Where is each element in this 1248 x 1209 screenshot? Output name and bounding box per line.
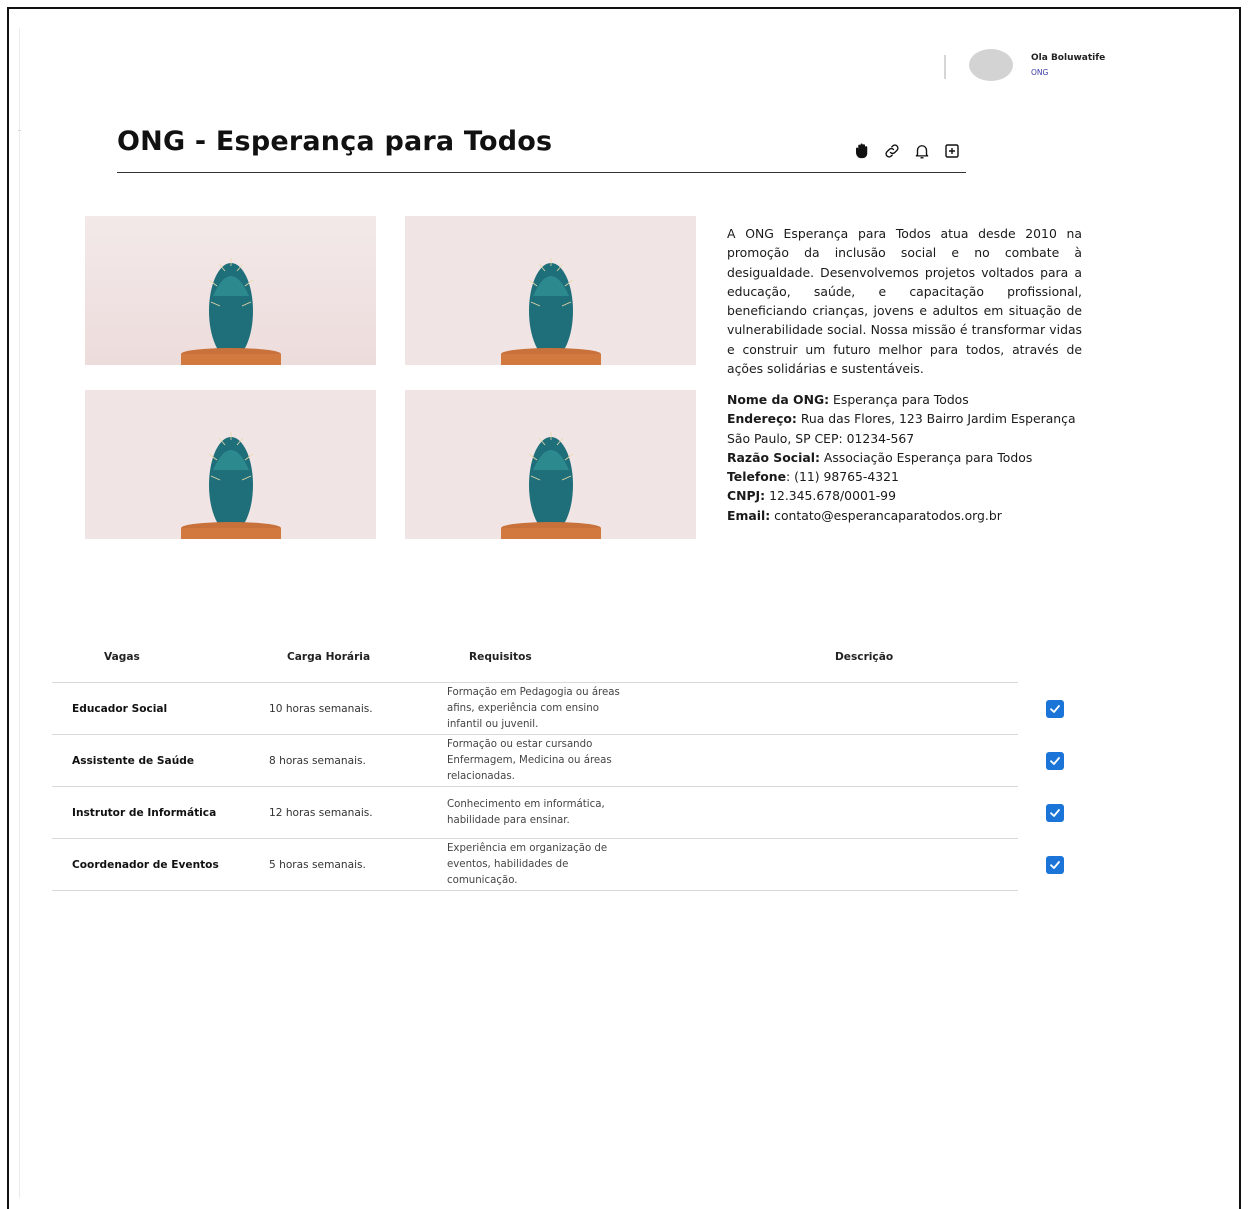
vaga-cell: Instrutor de Informática — [72, 806, 217, 819]
avatar[interactable] — [969, 49, 1013, 81]
column-header-descricao[interactable]: Descrição — [835, 651, 893, 663]
gallery-image-2[interactable] — [405, 216, 696, 365]
header-divider — [944, 55, 946, 79]
hand-icon[interactable] — [852, 141, 872, 161]
divider — [18, 130, 21, 131]
ong-info: Nome da ONG: Esperança para Todos Endere… — [727, 390, 1107, 525]
title-divider — [117, 172, 966, 173]
check-icon — [1050, 860, 1060, 869]
info-label: CNPJ: — [727, 488, 766, 504]
check-icon — [1050, 808, 1060, 817]
info-cnpj: CNPJ: 12.345.678/0001-99 — [727, 486, 1107, 505]
carga-cell: 8 horas semanais. — [269, 754, 366, 767]
bell-icon[interactable] — [912, 141, 932, 161]
info-label: Nome da ONG: — [727, 392, 830, 407]
table-row[interactable]: Assistente de Saúde 8 horas semanais. Fo… — [52, 734, 1064, 786]
requisitos-cell: Experiência em organização de eventos, h… — [447, 842, 608, 886]
requisitos-cell: Formação em Pedagogia ou áreas afins, ex… — [447, 686, 620, 730]
info-email: Email: contato@esperancaparatodos.org.br — [727, 506, 1107, 525]
carga-cell: 10 horas semanais. — [269, 702, 373, 715]
table-row[interactable]: Instrutor de Informática 12 horas semana… — [52, 786, 1064, 838]
row-checkbox[interactable] — [1046, 855, 1064, 874]
info-value: Associação Esperança para Todos — [819, 449, 1033, 465]
info-value: Rua das Flores, 123 Bairro Jardim Espera… — [796, 411, 1076, 427]
page-title: ONG - Esperança para Todos — [117, 126, 553, 157]
row-checkbox[interactable] — [1046, 699, 1064, 718]
check-icon — [1050, 704, 1060, 713]
info-name: Nome da ONG: Esperança para Todos — [727, 390, 1107, 409]
vaga-cell: Assistente de Saúde — [72, 754, 195, 767]
info-razao: Razão Social: Associação Esperança para … — [727, 448, 1107, 467]
row-checkbox[interactable] — [1046, 803, 1064, 822]
gallery-image-4[interactable] — [405, 390, 696, 539]
add-square-icon[interactable] — [942, 141, 962, 161]
info-label: Telefone — [727, 469, 786, 485]
user-name: Ola Boluwatife — [1031, 53, 1106, 63]
toolbar — [852, 141, 962, 161]
requisitos-cell: Conhecimento em informática, habilidade … — [447, 798, 605, 826]
info-label: Endereço: — [727, 411, 797, 427]
info-phone: Telefone: (11) 98765-4321 — [727, 467, 1107, 486]
ong-description: A ONG Esperança para Todos atua desde 20… — [727, 226, 1082, 377]
row-checkbox[interactable] — [1046, 751, 1064, 770]
link-icon[interactable] — [882, 141, 902, 161]
column-header-requisitos[interactable]: Requisitos — [469, 651, 532, 663]
check-icon — [1050, 756, 1060, 765]
carga-cell: 12 horas semanais. — [269, 806, 373, 819]
vaga-cell: Educador Social — [72, 702, 168, 715]
info-value: contato@esperancaparatodos.org.br — [770, 507, 1002, 523]
user-role: ONG — [1031, 68, 1049, 77]
gallery-image-3[interactable] — [85, 390, 376, 539]
table-row[interactable]: Educador Social 10 horas semanais. Forma… — [52, 682, 1064, 734]
info-label: Razão Social: — [727, 449, 820, 465]
gallery-image-1[interactable] — [85, 216, 376, 365]
vaga-cell: Coordenador de Eventos — [72, 858, 219, 871]
info-value: Esperança para Todos — [829, 392, 969, 407]
sidebar-edge — [19, 28, 20, 1198]
carga-cell: 5 horas semanais. — [269, 858, 366, 871]
info-label: Email: — [727, 507, 771, 523]
vagas-table: Educador Social 10 horas semanais. Forma… — [52, 682, 1064, 891]
requisitos-cell: Formação ou estar cursando Enfermagem, M… — [447, 738, 612, 782]
page-frame — [7, 7, 1241, 1209]
table-row[interactable]: Coordenador de Eventos 5 horas semanais.… — [52, 838, 1064, 891]
info-value: : (11) 98765-4321 — [786, 469, 899, 485]
info-value: 12.345.678/0001-99 — [765, 488, 896, 504]
column-header-vagas[interactable]: Vagas — [104, 651, 140, 663]
info-address-line2: São Paulo, SP CEP: 01234-567 — [727, 430, 915, 446]
info-address: Endereço: Rua das Flores, 123 Bairro Jar… — [727, 409, 1107, 428]
column-header-carga[interactable]: Carga Horária — [287, 651, 370, 663]
